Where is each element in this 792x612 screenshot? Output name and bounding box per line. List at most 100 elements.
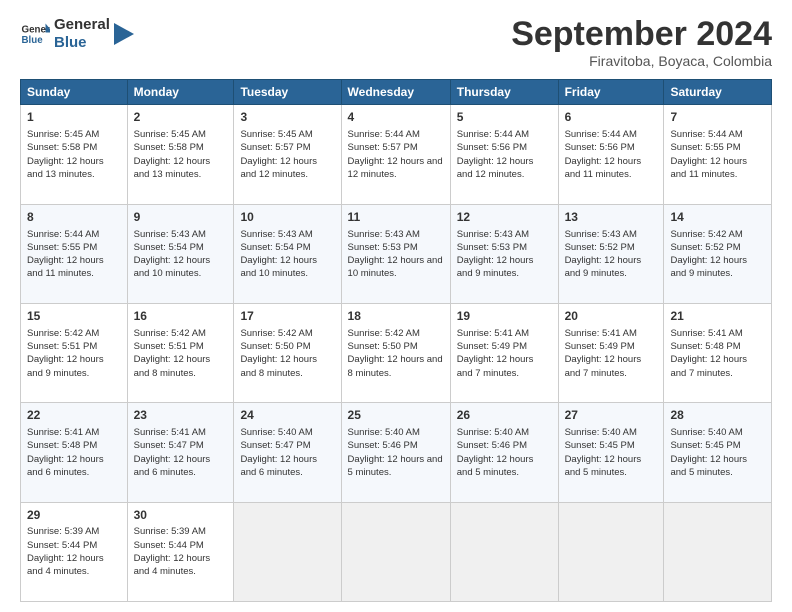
- calendar-cell: 7Sunrise: 5:44 AMSunset: 5:55 PMDaylight…: [664, 105, 772, 204]
- calendar-cell: 14Sunrise: 5:42 AMSunset: 5:52 PMDayligh…: [664, 204, 772, 303]
- sunrise: Sunrise: 5:42 AM: [348, 328, 420, 339]
- calendar-cell: 29Sunrise: 5:39 AMSunset: 5:44 PMDayligh…: [21, 502, 128, 601]
- calendar-cell: 20Sunrise: 5:41 AMSunset: 5:49 PMDayligh…: [558, 304, 664, 403]
- daylight: Daylight: 12 hours and 9 minutes.: [457, 255, 534, 279]
- sunrise: Sunrise: 5:42 AM: [670, 229, 742, 240]
- sunrise: Sunrise: 5:39 AM: [134, 526, 206, 537]
- sunset: Sunset: 5:50 PM: [348, 341, 418, 352]
- day-number: 5: [457, 109, 552, 126]
- page: General Blue General Blue September 2024…: [0, 0, 792, 612]
- day-number: 1: [27, 109, 121, 126]
- daylight: Daylight: 12 hours and 7 minutes.: [670, 354, 747, 378]
- daylight: Daylight: 12 hours and 11 minutes.: [27, 255, 104, 279]
- week-row-5: 29Sunrise: 5:39 AMSunset: 5:44 PMDayligh…: [21, 502, 772, 601]
- calendar-cell: 12Sunrise: 5:43 AMSunset: 5:53 PMDayligh…: [450, 204, 558, 303]
- daylight: Daylight: 12 hours and 7 minutes.: [565, 354, 642, 378]
- calendar-cell: 23Sunrise: 5:41 AMSunset: 5:47 PMDayligh…: [127, 403, 234, 502]
- header-cell-friday: Friday: [558, 80, 664, 105]
- sunset: Sunset: 5:57 PM: [240, 142, 310, 153]
- daylight: Daylight: 12 hours and 4 minutes.: [134, 553, 211, 577]
- day-number: 17: [240, 308, 334, 325]
- sunrise: Sunrise: 5:41 AM: [134, 427, 206, 438]
- sunset: Sunset: 5:58 PM: [27, 142, 97, 153]
- sunrise: Sunrise: 5:45 AM: [134, 129, 206, 140]
- sunrise: Sunrise: 5:42 AM: [240, 328, 312, 339]
- calendar-cell: 18Sunrise: 5:42 AMSunset: 5:50 PMDayligh…: [341, 304, 450, 403]
- calendar-cell: 10Sunrise: 5:43 AMSunset: 5:54 PMDayligh…: [234, 204, 341, 303]
- daylight: Daylight: 12 hours and 8 minutes.: [134, 354, 211, 378]
- day-number: 19: [457, 308, 552, 325]
- calendar-cell: 5Sunrise: 5:44 AMSunset: 5:56 PMDaylight…: [450, 105, 558, 204]
- day-number: 23: [134, 407, 228, 424]
- sunrise: Sunrise: 5:44 AM: [670, 129, 742, 140]
- sunrise: Sunrise: 5:43 AM: [134, 229, 206, 240]
- day-number: 25: [348, 407, 444, 424]
- sunrise: Sunrise: 5:42 AM: [134, 328, 206, 339]
- daylight: Daylight: 12 hours and 8 minutes.: [348, 354, 443, 378]
- calendar-cell: 25Sunrise: 5:40 AMSunset: 5:46 PMDayligh…: [341, 403, 450, 502]
- logo: General Blue General Blue: [20, 16, 134, 52]
- day-number: 30: [134, 507, 228, 524]
- header-row: SundayMondayTuesdayWednesdayThursdayFrid…: [21, 80, 772, 105]
- calendar-cell: [234, 502, 341, 601]
- header-cell-saturday: Saturday: [664, 80, 772, 105]
- day-number: 9: [134, 209, 228, 226]
- day-number: 27: [565, 407, 658, 424]
- daylight: Daylight: 12 hours and 9 minutes.: [670, 255, 747, 279]
- sunset: Sunset: 5:56 PM: [457, 142, 527, 153]
- daylight: Daylight: 12 hours and 11 minutes.: [670, 156, 747, 180]
- day-number: 22: [27, 407, 121, 424]
- calendar-cell: 15Sunrise: 5:42 AMSunset: 5:51 PMDayligh…: [21, 304, 128, 403]
- daylight: Daylight: 12 hours and 11 minutes.: [565, 156, 642, 180]
- calendar-cell: 2Sunrise: 5:45 AMSunset: 5:58 PMDaylight…: [127, 105, 234, 204]
- sunrise: Sunrise: 5:42 AM: [27, 328, 99, 339]
- daylight: Daylight: 12 hours and 5 minutes.: [348, 454, 443, 478]
- daylight: Daylight: 12 hours and 6 minutes.: [27, 454, 104, 478]
- sunrise: Sunrise: 5:40 AM: [565, 427, 637, 438]
- calendar-cell: 3Sunrise: 5:45 AMSunset: 5:57 PMDaylight…: [234, 105, 341, 204]
- sunset: Sunset: 5:52 PM: [565, 242, 635, 253]
- day-number: 10: [240, 209, 334, 226]
- sunrise: Sunrise: 5:43 AM: [457, 229, 529, 240]
- calendar-cell: 30Sunrise: 5:39 AMSunset: 5:44 PMDayligh…: [127, 502, 234, 601]
- sunset: Sunset: 5:49 PM: [457, 341, 527, 352]
- sunset: Sunset: 5:51 PM: [134, 341, 204, 352]
- title-block: September 2024 Firavitoba, Boyaca, Colom…: [511, 16, 772, 69]
- sunset: Sunset: 5:49 PM: [565, 341, 635, 352]
- daylight: Daylight: 12 hours and 10 minutes.: [134, 255, 211, 279]
- daylight: Daylight: 12 hours and 6 minutes.: [134, 454, 211, 478]
- day-number: 20: [565, 308, 658, 325]
- calendar-cell: [450, 502, 558, 601]
- day-number: 26: [457, 407, 552, 424]
- daylight: Daylight: 12 hours and 12 minutes.: [457, 156, 534, 180]
- day-number: 6: [565, 109, 658, 126]
- sunrise: Sunrise: 5:40 AM: [240, 427, 312, 438]
- header: General Blue General Blue September 2024…: [20, 16, 772, 69]
- daylight: Daylight: 12 hours and 10 minutes.: [240, 255, 317, 279]
- daylight: Daylight: 12 hours and 4 minutes.: [27, 553, 104, 577]
- logo-line2: Blue: [54, 34, 110, 52]
- calendar-cell: [341, 502, 450, 601]
- sunrise: Sunrise: 5:40 AM: [670, 427, 742, 438]
- sunset: Sunset: 5:55 PM: [670, 142, 740, 153]
- sunset: Sunset: 5:54 PM: [240, 242, 310, 253]
- sunset: Sunset: 5:52 PM: [670, 242, 740, 253]
- daylight: Daylight: 12 hours and 5 minutes.: [457, 454, 534, 478]
- sunset: Sunset: 5:50 PM: [240, 341, 310, 352]
- day-number: 2: [134, 109, 228, 126]
- daylight: Daylight: 12 hours and 9 minutes.: [565, 255, 642, 279]
- week-row-2: 8Sunrise: 5:44 AMSunset: 5:55 PMDaylight…: [21, 204, 772, 303]
- daylight: Daylight: 12 hours and 12 minutes.: [348, 156, 443, 180]
- header-cell-sunday: Sunday: [21, 80, 128, 105]
- day-number: 28: [670, 407, 765, 424]
- calendar-cell: 22Sunrise: 5:41 AMSunset: 5:48 PMDayligh…: [21, 403, 128, 502]
- daylight: Daylight: 12 hours and 12 minutes.: [240, 156, 317, 180]
- day-number: 8: [27, 209, 121, 226]
- sunset: Sunset: 5:46 PM: [348, 440, 418, 451]
- sunrise: Sunrise: 5:41 AM: [457, 328, 529, 339]
- calendar-cell: 24Sunrise: 5:40 AMSunset: 5:47 PMDayligh…: [234, 403, 341, 502]
- calendar-cell: 9Sunrise: 5:43 AMSunset: 5:54 PMDaylight…: [127, 204, 234, 303]
- svg-text:Blue: Blue: [22, 35, 44, 46]
- daylight: Daylight: 12 hours and 9 minutes.: [27, 354, 104, 378]
- sunrise: Sunrise: 5:41 AM: [670, 328, 742, 339]
